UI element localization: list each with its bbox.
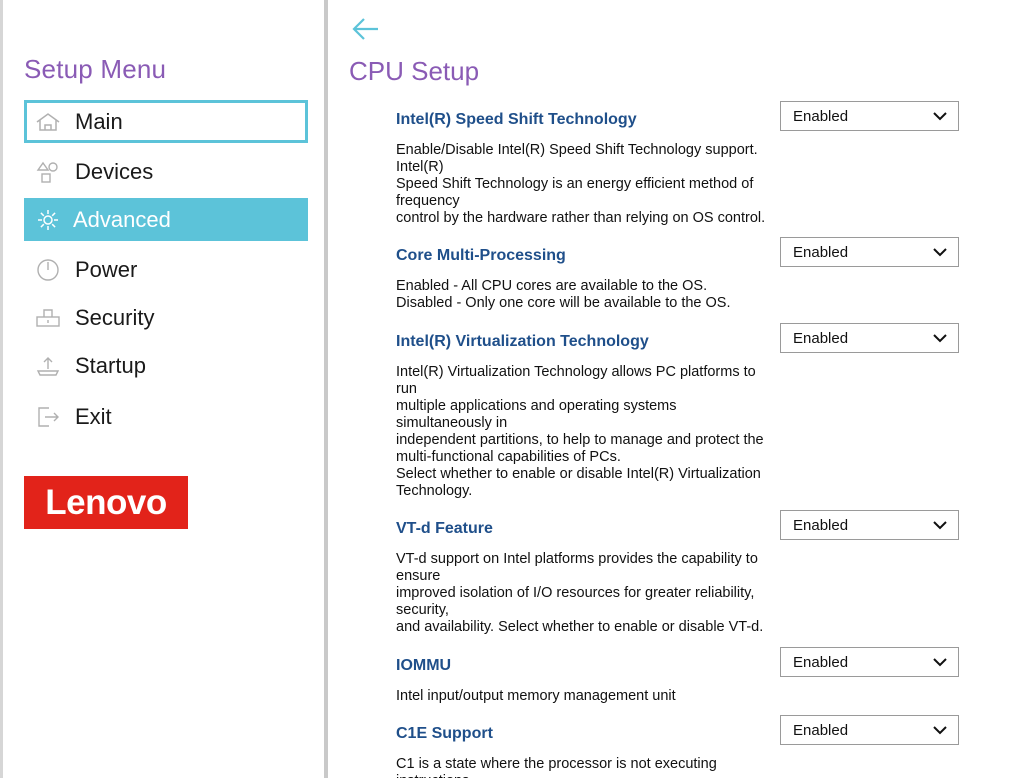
chevron-down-icon bbox=[933, 112, 947, 121]
setting-speed-shift: Intel(R) Speed Shift Technology Enable/D… bbox=[396, 101, 966, 227]
iommu-select[interactable]: Enabled bbox=[780, 647, 959, 677]
setup-menu-title: Setup Menu bbox=[24, 54, 167, 84]
back-button[interactable] bbox=[350, 14, 382, 44]
sidebar-item-label: Exit bbox=[75, 403, 112, 429]
vt-d-feature-select[interactable]: Enabled bbox=[780, 510, 959, 540]
setting-virtualization-technology: Intel(R) Virtualization Technology Intel… bbox=[396, 323, 966, 500]
lenovo-logo-text: Lenovo bbox=[45, 482, 167, 522]
devices-icon bbox=[35, 159, 61, 185]
security-icon bbox=[35, 305, 61, 331]
sidebar-item-main[interactable]: Main bbox=[24, 100, 308, 143]
home-icon bbox=[35, 109, 61, 135]
advanced-gear-icon bbox=[35, 207, 61, 233]
setting-vt-d-feature: VT-d Feature VT-d support on Intel platf… bbox=[396, 510, 966, 636]
select-value: Enabled bbox=[793, 721, 849, 739]
setting-c1e-support: C1E Support C1 is a state where the proc… bbox=[396, 715, 966, 778]
sidebar-item-label: Security bbox=[75, 304, 155, 330]
power-icon bbox=[35, 257, 61, 283]
sidebar-item-advanced[interactable]: Advanced bbox=[24, 198, 308, 241]
select-value: Enabled bbox=[793, 329, 849, 347]
lenovo-logo: Lenovo bbox=[24, 476, 188, 529]
sidebar-item-label: Devices bbox=[75, 158, 154, 184]
setting-core-multi-processing: Core Multi-Processing Enabled - All CPU … bbox=[396, 237, 966, 312]
left-edge bbox=[0, 0, 3, 778]
sidebar-item-label: Advanced bbox=[73, 206, 171, 232]
setting-description: Enabled - All CPU cores are available to… bbox=[396, 278, 731, 311]
sidebar-item-label: Main bbox=[75, 108, 123, 134]
setting-description: VT-d support on Intel platforms provides… bbox=[396, 551, 764, 635]
chevron-down-icon bbox=[933, 658, 947, 667]
setting-description: C1 is a state where the processor is not… bbox=[396, 756, 717, 778]
chevron-down-icon bbox=[933, 248, 947, 257]
sidebar: Setup Menu Main Devices Advanced Power S… bbox=[0, 0, 324, 778]
sidebar-divider bbox=[324, 0, 328, 778]
chevron-down-icon bbox=[933, 726, 947, 735]
sidebar-item-security[interactable]: Security bbox=[24, 296, 308, 339]
setting-iommu: IOMMU Intel input/output memory manageme… bbox=[396, 647, 966, 705]
back-arrow-icon bbox=[352, 18, 378, 40]
sidebar-item-exit[interactable]: Exit bbox=[24, 395, 308, 438]
select-value: Enabled bbox=[793, 516, 849, 534]
page-title: CPU Setup bbox=[349, 56, 480, 86]
setting-description: Intel input/output memory management uni… bbox=[396, 688, 676, 704]
sidebar-item-label: Startup bbox=[75, 352, 146, 378]
select-value: Enabled bbox=[793, 243, 849, 261]
select-value: Enabled bbox=[793, 107, 849, 125]
select-value: Enabled bbox=[793, 653, 849, 671]
setting-description: Intel(R) Virtualization Technology allow… bbox=[396, 364, 764, 499]
core-multi-processing-select[interactable]: Enabled bbox=[780, 237, 959, 267]
speed-shift-select[interactable]: Enabled bbox=[780, 101, 959, 131]
c1e-support-select[interactable]: Enabled bbox=[780, 715, 959, 745]
startup-icon bbox=[35, 353, 61, 379]
sidebar-item-power[interactable]: Power bbox=[24, 248, 308, 291]
sidebar-item-label: Power bbox=[75, 256, 138, 282]
exit-icon bbox=[35, 404, 61, 430]
virtualization-technology-select[interactable]: Enabled bbox=[780, 323, 959, 353]
sidebar-item-devices[interactable]: Devices bbox=[24, 150, 308, 193]
chevron-down-icon bbox=[933, 521, 947, 530]
setting-description: Enable/Disable Intel(R) Speed Shift Tech… bbox=[396, 142, 766, 226]
sidebar-item-startup[interactable]: Startup bbox=[24, 344, 308, 387]
chevron-down-icon bbox=[933, 334, 947, 343]
